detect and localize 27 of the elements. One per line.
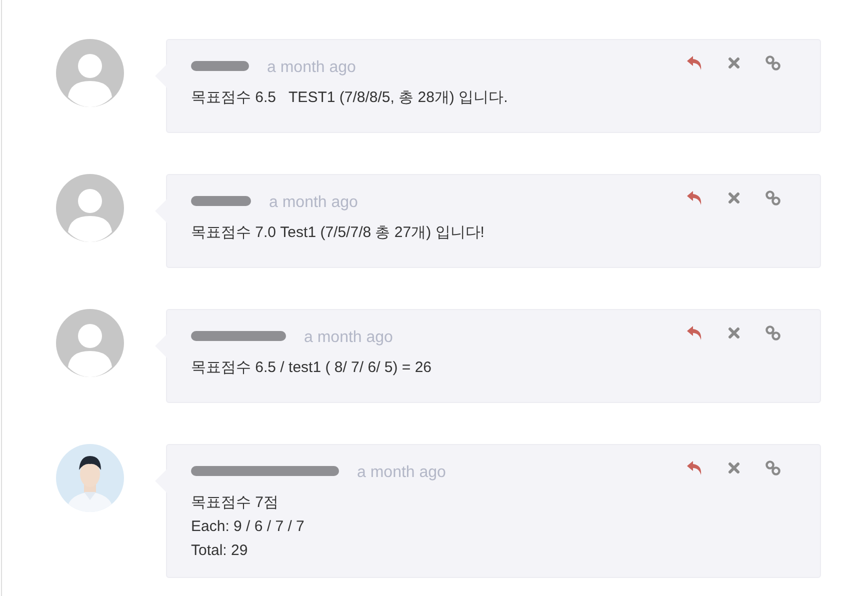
reply-icon[interactable] (686, 460, 704, 476)
close-icon[interactable] (728, 192, 740, 204)
reply-icon[interactable] (686, 190, 704, 206)
link-icon[interactable] (764, 190, 782, 206)
comment-time: a month ago (357, 464, 446, 482)
link-icon[interactable] (764, 325, 782, 341)
comment-time: a month ago (267, 59, 356, 77)
redacted-name-drawing (191, 196, 251, 206)
comment-text: 목표점수 6.5 TEST1 (7/8/8/5, 총 28개) 입니다. (191, 88, 509, 108)
reply-icon[interactable] (686, 55, 704, 71)
avatar-icon (56, 39, 124, 107)
comment-text: 목표점수 6.5 / test1 ( 8/ 7/ 6/ 5) = 26 (191, 358, 433, 378)
comment-text: Each: 9 / 6 / 7 / 7 (191, 517, 306, 537)
comment-time: a month ago (269, 194, 358, 212)
link-icon[interactable] (764, 55, 782, 71)
comment-time: a month ago (304, 329, 393, 347)
avatar-icon (56, 174, 124, 242)
close-icon[interactable] (728, 462, 740, 474)
avatar-icon (56, 309, 124, 377)
comment-text: Total: 29 (191, 541, 249, 561)
comment-text: 목표점수 7.0 Test1 (7/5/7/8 총 27개) 입니다! (191, 223, 486, 243)
close-icon[interactable] (728, 57, 740, 69)
close-icon[interactable] (728, 327, 740, 339)
link-icon[interactable] (764, 460, 782, 476)
redacted-name-drawing (191, 61, 249, 71)
reply-icon[interactable] (686, 325, 704, 341)
comment-text: 목표점수 7점 (191, 493, 280, 513)
